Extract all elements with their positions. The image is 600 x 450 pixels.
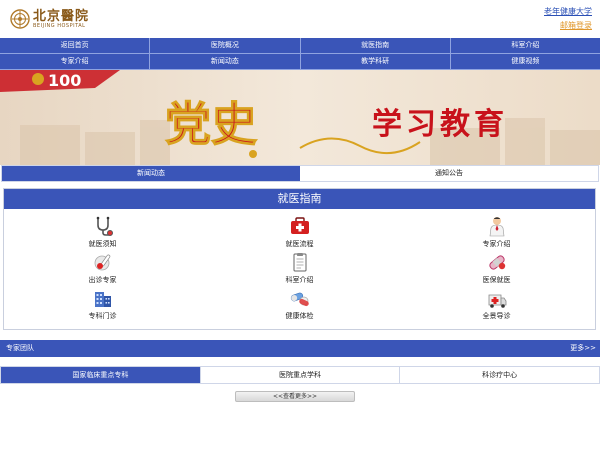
nav-item-news[interactable]: 新闻动态 [150,54,301,69]
hospital-building-icon [94,292,111,307]
guide-item-checkup[interactable]: 健康体检 [201,287,398,323]
guide-label: 健康体检 [285,312,314,320]
stethoscope-icon [96,216,113,236]
guide-item-outpatient-experts[interactable]: 出诊专家 [4,251,201,287]
guide-label: 科室介绍 [285,276,314,284]
banner-title-rest: 学习教育 [372,107,508,142]
guide-grid: 就医须知 就医流程 专家介绍 出诊专家 科室介绍 医保就医 专科门诊 健康体检 … [4,209,595,323]
guide-item-departments[interactable]: 科室介绍 [201,251,398,287]
medical-guide-panel: 就医指南 就医须知 就医流程 专家介绍 出诊专家 科室介绍 医保就医 专科门诊 … [3,188,596,330]
guide-item-panoramic[interactable]: 全景导诊 [398,287,595,323]
nav-item-videos[interactable]: 健康视频 [451,54,600,69]
guide-label: 全景导诊 [482,312,511,320]
university-link[interactable]: 老年健康大学 [544,5,592,19]
top-links: 老年健康大学 邮箱登录 [544,5,592,33]
nav-item-guide[interactable]: 就医指南 [301,38,451,53]
tab-national-key-specialty[interactable]: 国家临床重点专科 [1,367,201,383]
nav-item-experts[interactable]: 专家介绍 [0,54,151,69]
department-tabs: 国家临床重点专科 医院重点学科 科诊疗中心 [0,366,600,384]
guide-item-experts[interactable]: 专家介绍 [398,215,595,251]
tab-hospital-key-discipline[interactable]: 医院重点学科 [201,367,401,383]
view-more-button[interactable]: <<查看更多>> [235,391,355,402]
header: 北京醫院 BEIJING HOSPITAL 老年健康大学 邮箱登录 [0,0,600,38]
doctor-icon [489,217,504,237]
banner-title-calligraphy: 党史 [165,97,257,151]
main-nav: 返回首页 医院概况 就医指南 科室介绍 专家介绍 新闻动态 教学科研 健康视频 [0,38,600,70]
guide-title: 就医指南 [4,189,595,209]
guide-label: 专家介绍 [482,240,511,248]
clipboard-icon [293,253,306,272]
email-login-link[interactable]: 邮箱登录 [544,19,592,33]
centenary-number: 100 [48,71,81,90]
guide-item-notice[interactable]: 就医须知 [4,215,201,251]
guide-label: 专科门诊 [88,312,117,320]
hospital-emblem-icon [10,9,30,29]
nav-item-overview[interactable]: 医院概况 [150,38,301,53]
logo-english-text: BEIJING HOSPITAL [33,22,86,29]
medical-kit-icon [290,217,309,234]
banner[interactable]: 100 党史 学习教育 [0,70,600,165]
expert-team-more-link[interactable]: 更多>> [570,340,596,357]
tab-news[interactable]: 新闻动态 [2,166,300,181]
bandage-icon [488,255,505,270]
banner-graphic: 100 党史 学习教育 [0,70,600,165]
guide-label: 就医须知 [88,240,117,248]
expert-team-bar: 专家团队 更多>> [0,340,600,357]
guide-item-insurance[interactable]: 医保就医 [398,251,595,287]
tab-treatment-center[interactable]: 科诊疗中心 [400,367,599,383]
hospital-logo[interactable]: 北京醫院 BEIJING HOSPITAL [10,9,89,29]
pills-icon [290,292,309,307]
thermometer-icon [94,254,110,271]
nav-item-research[interactable]: 教学科研 [301,54,451,69]
expert-team-title: 专家团队 [6,344,34,352]
guide-item-specialty-clinic[interactable]: 专科门诊 [4,287,201,323]
ambulance-icon [488,294,506,308]
nav-item-departments[interactable]: 科室介绍 [451,38,600,53]
nav-row-2: 专家介绍 新闻动态 教学科研 健康视频 [0,54,600,70]
nav-item-home[interactable]: 返回首页 [0,38,151,53]
guide-item-process[interactable]: 就医流程 [201,215,398,251]
logo-chinese-text: 北京醫院 [33,8,90,24]
guide-label: 就医流程 [285,240,314,248]
news-tabs: 新闻动态 通知公告 [1,165,599,182]
tab-notices[interactable]: 通知公告 [300,166,598,181]
guide-label: 医保就医 [482,276,511,284]
nav-row-1: 返回首页 医院概况 就医指南 科室介绍 [0,38,600,54]
guide-label: 出诊专家 [88,276,117,284]
